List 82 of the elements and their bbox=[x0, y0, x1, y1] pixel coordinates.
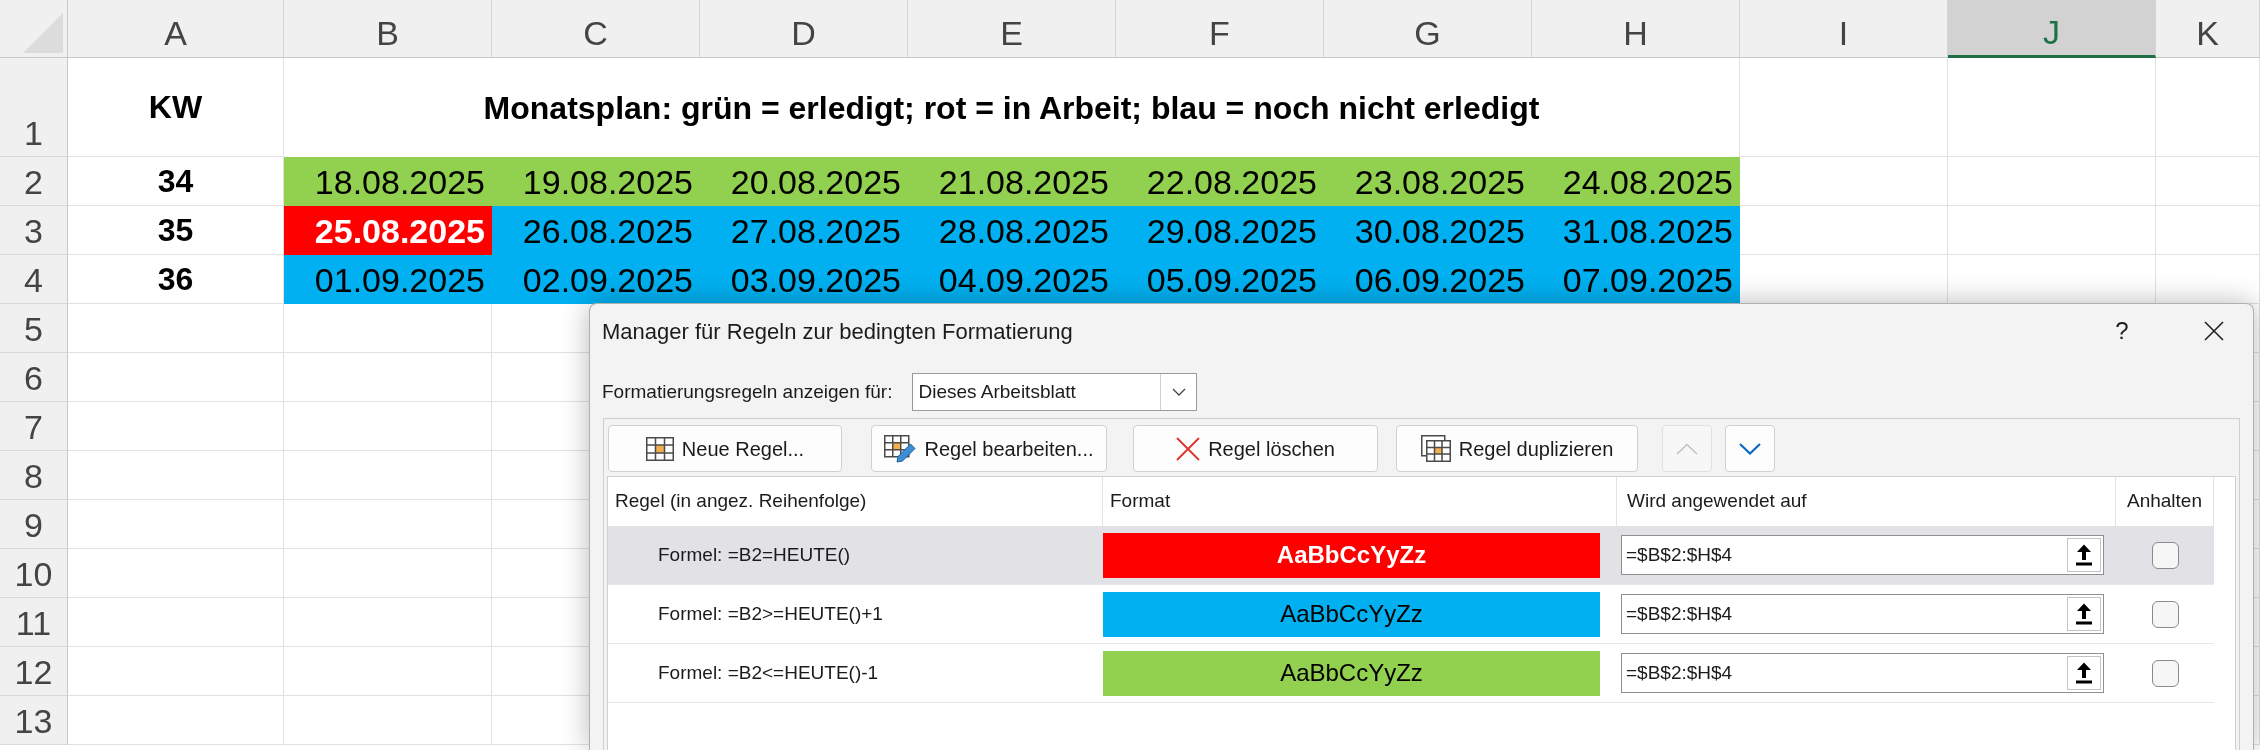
column-header[interactable]: H bbox=[1532, 0, 1740, 58]
date-cell: 02.09.2025 bbox=[492, 255, 700, 304]
date-cell: 18.08.2025 bbox=[284, 157, 492, 206]
column-header[interactable]: B bbox=[284, 0, 492, 58]
date-cell: 20.08.2025 bbox=[700, 157, 908, 206]
format-preview: AaBbCcYyZz bbox=[1103, 532, 1600, 578]
chevron-down-icon bbox=[1171, 388, 1186, 396]
range-field[interactable]: =$B$2:$H$4 bbox=[1621, 594, 2104, 634]
column-header[interactable]: I bbox=[1740, 0, 1948, 58]
help-button[interactable]: ? bbox=[2091, 309, 2153, 353]
row-header[interactable]: 8 bbox=[0, 451, 68, 500]
date-cell: 04.09.2025 bbox=[908, 255, 1116, 304]
table-pencil-icon bbox=[884, 434, 917, 463]
format-preview: AaBbCcYyZz bbox=[1103, 650, 1600, 696]
duplicate-table-icon bbox=[1420, 435, 1451, 462]
chevron-down-icon bbox=[1739, 442, 1761, 455]
row-header[interactable]: 10 bbox=[0, 549, 68, 598]
format-preview: AaBbCcYyZz bbox=[1103, 591, 1600, 637]
date-cell: 23.08.2025 bbox=[1324, 157, 1532, 206]
date-cell: 03.09.2025 bbox=[700, 255, 908, 304]
row-header[interactable]: 7 bbox=[0, 402, 68, 451]
column-header[interactable]: E bbox=[908, 0, 1116, 58]
row-header[interactable]: 1 bbox=[0, 58, 68, 157]
delete-icon bbox=[1176, 436, 1201, 461]
chevron-up-icon bbox=[1676, 442, 1698, 455]
column-header[interactable]: D bbox=[700, 0, 908, 58]
arrow-up-icon bbox=[2076, 662, 2092, 684]
collapse-button[interactable] bbox=[2067, 597, 2101, 631]
column-header[interactable]: G bbox=[1324, 0, 1532, 58]
date-cell: 25.08.2025 bbox=[284, 206, 492, 255]
collapse-button[interactable] bbox=[2067, 538, 2101, 572]
row-header[interactable]: 4 bbox=[0, 255, 68, 304]
date-cell: 07.09.2025 bbox=[1532, 255, 1740, 304]
date-cell: 19.08.2025 bbox=[492, 157, 700, 206]
toolbar-button[interactable]: Neue Regel... bbox=[608, 425, 842, 472]
table-icon bbox=[645, 436, 674, 461]
row-header[interactable]: 9 bbox=[0, 500, 68, 549]
date-cell: 24.08.2025 bbox=[1532, 157, 1740, 206]
range-field[interactable]: =$B$2:$H$4 bbox=[1621, 653, 2104, 693]
date-cell: 26.08.2025 bbox=[492, 206, 700, 255]
date-cell: 01.09.2025 bbox=[284, 255, 492, 304]
checkbox[interactable] bbox=[2151, 600, 2179, 628]
date-cell: 22.08.2025 bbox=[1116, 157, 1324, 206]
date-cell: 30.08.2025 bbox=[1324, 206, 1532, 255]
date-cell: 05.09.2025 bbox=[1116, 255, 1324, 304]
date-cell: 29.08.2025 bbox=[1116, 206, 1324, 255]
toolbar-button[interactable]: Regel löschen bbox=[1133, 425, 1378, 472]
rule-row[interactable]: Formel: =B2=HEUTE() AaBbCcYyZz =$B$2:$H$4 bbox=[608, 526, 2214, 585]
row-header[interactable]: 13 bbox=[0, 696, 68, 745]
dialog-title: Manager für Regeln zur bedingten Formatierung bbox=[602, 317, 1073, 346]
arrow-up-icon bbox=[2076, 603, 2092, 625]
column-header[interactable]: C bbox=[492, 0, 700, 58]
column-header[interactable]: A bbox=[68, 0, 284, 58]
checkbox[interactable] bbox=[2151, 541, 2179, 569]
date-cell: 06.09.2025 bbox=[1324, 255, 1532, 304]
checkbox[interactable] bbox=[2151, 659, 2179, 687]
close-icon bbox=[2204, 321, 2224, 341]
date-cell: 31.08.2025 bbox=[1532, 206, 1740, 255]
date-cell: 27.08.2025 bbox=[700, 206, 908, 255]
toolbar-button[interactable]: Regel duplizieren bbox=[1396, 425, 1638, 472]
arrow-up-icon bbox=[2076, 544, 2092, 566]
rule-formula: Formel: =B2<=HEUTE()-1 bbox=[658, 661, 879, 683]
scope-dropdown[interactable]: Dieses Arbeitsblatt bbox=[912, 373, 1198, 411]
sheet-cell: KW bbox=[68, 58, 284, 157]
rule-formula: Formel: =B2>=HEUTE()+1 bbox=[658, 602, 883, 624]
rule-formula: Formel: =B2=HEUTE() bbox=[658, 543, 851, 565]
column-header[interactable]: F bbox=[1116, 0, 1324, 58]
row-header[interactable]: 5 bbox=[0, 304, 68, 353]
column-header[interactable]: K bbox=[2156, 0, 2260, 58]
collapse-button[interactable] bbox=[2067, 656, 2101, 690]
row-header[interactable]: 11 bbox=[0, 598, 68, 647]
date-cell: 21.08.2025 bbox=[908, 157, 1116, 206]
column-header[interactable]: J bbox=[1948, 0, 2156, 58]
row-header[interactable]: 2 bbox=[0, 157, 68, 206]
scope-label: Formatierungsregeln anzeigen für: bbox=[602, 379, 893, 404]
row-header[interactable]: 3 bbox=[0, 206, 68, 255]
range-field[interactable]: =$B$2:$H$4 bbox=[1621, 535, 2104, 575]
row-header[interactable]: 12 bbox=[0, 647, 68, 696]
move-down-button[interactable] bbox=[1725, 425, 1775, 472]
toolbar-button[interactable]: Regel bearbeiten... bbox=[871, 425, 1107, 472]
row-header[interactable]: 6 bbox=[0, 353, 68, 402]
date-cell: 28.08.2025 bbox=[908, 206, 1116, 255]
